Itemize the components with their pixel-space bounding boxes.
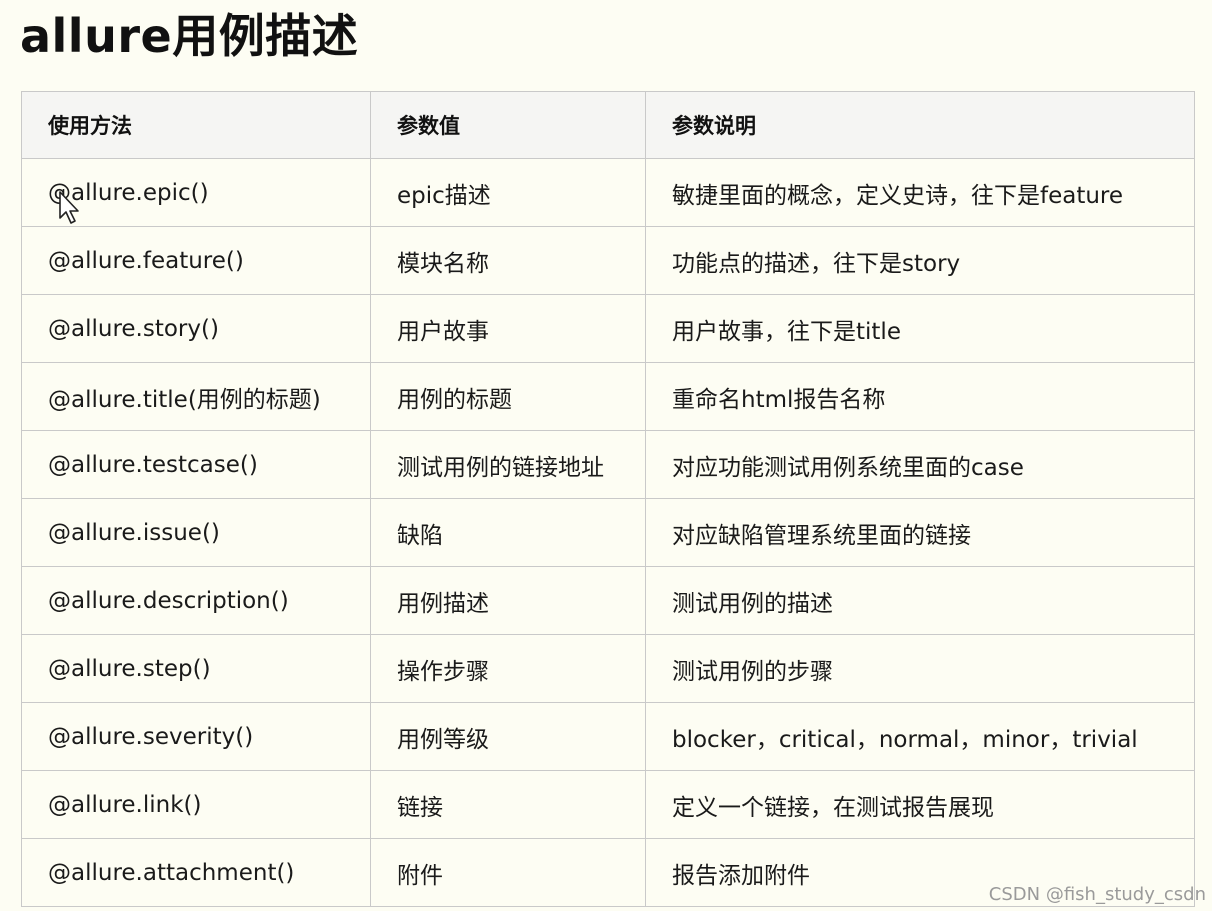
header-param-value: 参数值 [370,91,646,159]
value-cell: 模块名称 [370,226,646,295]
allure-usage-table: 使用方法 参数值 参数说明 @allure.epic() epic描述 敏捷里面… [21,91,1195,907]
table-row: @allure.testcase() 测试用例的链接地址 对应功能测试用例系统里… [21,430,1195,499]
description-cell: 用户故事，往下是title [645,294,1195,363]
table-row: @allure.story() 用户故事 用户故事，往下是title [21,294,1195,363]
description-cell: 测试用例的描述 [645,566,1195,635]
description-cell: 重命名html报告名称 [645,362,1195,431]
table-row: @allure.epic() epic描述 敏捷里面的概念，定义史诗，往下是fe… [21,158,1195,227]
table-row: @allure.description() 用例描述 测试用例的描述 [21,566,1195,635]
value-cell: 链接 [370,770,646,839]
value-cell: 缺陷 [370,498,646,567]
table-header-row: 使用方法 参数值 参数说明 [21,91,1195,159]
method-cell: @allure.issue() [21,498,371,567]
header-param-description: 参数说明 [645,91,1195,159]
table-row: @allure.issue() 缺陷 对应缺陷管理系统里面的链接 [21,498,1195,567]
table-row: @allure.link() 链接 定义一个链接，在测试报告展现 [21,770,1195,839]
value-cell: epic描述 [370,158,646,227]
mouse-pointer-icon [59,191,79,224]
method-cell: @allure.title(用例的标题) [21,362,371,431]
csdn-watermark: CSDN @fish_study_csdn [988,884,1206,905]
description-cell: 功能点的描述，往下是story [645,226,1195,295]
description-cell: 对应缺陷管理系统里面的链接 [645,498,1195,567]
method-cell: @allure.step() [21,634,371,703]
value-cell: 用例的标题 [370,362,646,431]
method-cell: @allure.link() [21,770,371,839]
method-cell: @allure.testcase() [21,430,371,499]
method-cell: @allure.attachment() [21,838,371,907]
description-cell: blocker，critical，normal，minor，trivial [645,702,1195,771]
value-cell: 用例描述 [370,566,646,635]
value-cell: 附件 [370,838,646,907]
table-row: @allure.step() 操作步骤 测试用例的步骤 [21,634,1195,703]
value-cell: 操作步骤 [370,634,646,703]
table-row: @allure.feature() 模块名称 功能点的描述，往下是story [21,226,1195,295]
description-cell: 敏捷里面的概念，定义史诗，往下是feature [645,158,1195,227]
method-cell: @allure.feature() [21,226,371,295]
table-row: @allure.severity() 用例等级 blocker，critical… [21,702,1195,771]
description-cell: 测试用例的步骤 [645,634,1195,703]
method-cell: @allure.description() [21,566,371,635]
table-row: @allure.title(用例的标题) 用例的标题 重命名html报告名称 [21,362,1195,431]
method-cell: @allure.severity() [21,702,371,771]
value-cell: 测试用例的链接地址 [370,430,646,499]
header-usage-method: 使用方法 [21,91,371,159]
method-cell: @allure.story() [21,294,371,363]
value-cell: 用例等级 [370,702,646,771]
description-cell: 定义一个链接，在测试报告展现 [645,770,1195,839]
page-title: allure用例描述 [20,9,359,63]
description-cell: 对应功能测试用例系统里面的case [645,430,1195,499]
value-cell: 用户故事 [370,294,646,363]
